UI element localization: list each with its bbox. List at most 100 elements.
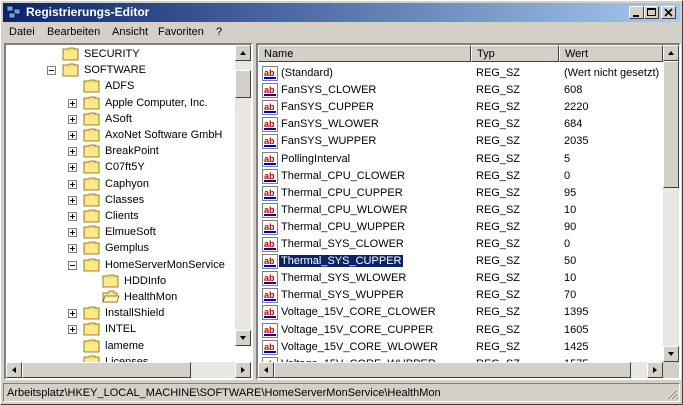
resize-grip-icon[interactable] [666,388,678,400]
tree-hscroll-thumb[interactable] [22,362,191,378]
menu-bearbeiten[interactable]: Bearbeiten [47,26,100,38]
expand-icon[interactable] [68,228,77,238]
value-row[interactable]: ab Thermal_SYS_WLOWER REG_SZ 10 [258,270,662,287]
expand-icon[interactable] [68,131,77,140]
tree-node[interactable]: C07ft5Y [6,159,234,175]
tree-node[interactable]: SOFTWARE [6,62,234,78]
tree-node[interactable]: lameme [6,338,234,354]
scroll-left-button[interactable] [6,362,22,378]
expand-icon[interactable] [68,325,77,335]
value-row[interactable]: ab Thermal_CPU_WLOWER REG_SZ 10 [258,202,662,219]
arrow-right-icon [241,367,245,373]
tree-node[interactable]: HealthMon [6,289,234,305]
value-row[interactable]: ab Thermal_CPU_WUPPER REG_SZ 90 [258,219,662,236]
value-data: 1425 [564,340,589,353]
scroll-left-button[interactable] [258,362,274,378]
column-header-value[interactable]: Wert [559,45,663,62]
value-row[interactable]: ab Voltage_15V_CORE_CUPPER REG_SZ 1605 [258,322,662,339]
expand-icon[interactable] [68,163,77,173]
maximize-button[interactable] [644,6,659,19]
tree-node[interactable]: Caphyon [6,176,234,192]
list-hscroll-thumb[interactable] [274,362,631,378]
value-row[interactable]: ab Voltage_15V_CORE_CLOWER REG_SZ 1395 [258,304,662,321]
expand-icon[interactable] [68,114,77,124]
menu-ansicht[interactable]: Ansicht [112,26,148,38]
string-value-icon: ab [262,339,278,355]
tree-node[interactable]: InstallShield [6,305,234,321]
scroll-down-button[interactable] [235,330,251,346]
list-horizontal-scrollbar[interactable] [258,362,663,378]
expand-icon[interactable] [68,147,77,157]
close-button[interactable] [661,6,676,19]
scroll-right-button[interactable] [235,362,251,378]
minimize-button[interactable] [629,6,644,19]
registry-editor-window: Registrierungs-Editor Datei Bearbeiten A… [0,0,683,405]
scroll-down-button[interactable] [663,346,679,362]
value-row[interactable]: ab (Standard) REG_SZ (Wert nicht gesetzt) [258,65,662,82]
collapse-icon[interactable] [47,66,56,76]
title-bar[interactable]: Registrierungs-Editor [3,3,680,22]
value-name: FanSYS_WLOWER [281,118,379,131]
menu-help[interactable]: ? [216,26,222,38]
values-list-pane[interactable]: Name Typ Wert ab (Standard) REG_SZ (Wert ni… [256,43,681,380]
folder-icon [62,63,80,77]
menu-favoriten[interactable]: Favoriten [158,26,204,38]
tree-node[interactable]: AxoNet Software GmbH [6,127,234,143]
tree-node[interactable]: ASoft [6,111,234,127]
value-name: (Standard) [281,67,333,79]
list-scroll-thumb[interactable] [663,61,679,188]
expand-icon[interactable] [68,212,77,221]
scroll-up-button[interactable] [663,45,679,61]
tree-node[interactable]: Classes [6,192,234,208]
tree-vertical-scrollbar[interactable] [235,45,251,346]
tree-scroll-thumb[interactable] [235,70,251,98]
value-row[interactable]: ab Thermal_CPU_CLOWER REG_SZ 0 [258,168,662,185]
value-row[interactable]: ab Thermal_CPU_CUPPER REG_SZ 95 [258,185,662,202]
arrow-right-icon [653,367,657,373]
key-tree-pane[interactable]: SECURITY SOFTWARE ADFS Apple Computer, Inc.… [4,43,253,380]
value-row[interactable]: ab FanSYS_WUPPER REG_SZ 2035 [258,133,662,150]
tree-node-label: Gemplus [105,242,150,255]
expand-icon[interactable] [68,244,77,254]
value-row[interactable]: ab Thermal_SYS_WUPPER REG_SZ 70 [258,287,662,304]
tree-node[interactable]: SECURITY [6,46,234,62]
tree-node[interactable]: Gemplus [6,240,234,256]
tree-node[interactable]: Apple Computer, Inc. [6,95,234,111]
tree-node[interactable]: HDDInfo [6,273,234,289]
value-row[interactable]: ab Thermal_SYS_CUPPER REG_SZ 50 [258,253,662,270]
tree-node[interactable]: BreakPoint [6,143,234,159]
column-header-name[interactable]: Name [258,45,471,62]
list-vertical-scrollbar[interactable] [663,45,679,362]
value-row[interactable]: ab FanSYS_WLOWER REG_SZ 684 [258,116,662,133]
tree-horizontal-scrollbar[interactable] [6,362,251,378]
expand-icon[interactable] [68,98,77,108]
scroll-right-button[interactable] [647,362,663,378]
tree-node[interactable]: ADFS [6,78,234,94]
svg-text:ab: ab [264,188,275,198]
value-row[interactable]: ab Thermal_SYS_CLOWER REG_SZ 0 [258,236,662,253]
value-row[interactable]: ab Voltage_15V_CORE_WLOWER REG_SZ 1425 [258,339,662,356]
value-name: Thermal_CPU_WLOWER [281,203,408,216]
menu-datei[interactable]: Datei [9,26,35,38]
value-row[interactable]: ab FanSYS_CLOWER REG_SZ 608 [258,82,662,99]
tree-node-label: ADFS [105,80,135,93]
tree-node[interactable]: INTEL [6,321,234,337]
collapse-icon[interactable] [68,260,77,270]
expand-icon[interactable] [68,179,77,189]
tree-node[interactable]: HomeServerMonService [6,257,234,273]
tree-node-label: HDDInfo [124,274,167,287]
tree-node-label: lameme [105,339,145,352]
string-value-icon: ab [262,100,278,116]
folder-icon [83,209,101,223]
string-value-icon: ab [262,305,278,321]
value-data: 0 [564,238,571,250]
expand-icon[interactable] [68,309,77,319]
status-bar: Arbeitsplatz\HKEY_LOCAL_MACHINE\SOFTWARE… [3,383,680,402]
tree-node[interactable]: ElmueSoft [6,224,234,240]
column-header-type[interactable]: Typ [471,45,559,62]
value-row[interactable]: ab PollingInterval REG_SZ 5 [258,151,662,168]
scroll-up-button[interactable] [235,45,251,61]
value-row[interactable]: ab FanSYS_CUPPER REG_SZ 2220 [258,99,662,116]
tree-node[interactable]: Clients [6,208,234,224]
expand-icon[interactable] [68,195,77,205]
